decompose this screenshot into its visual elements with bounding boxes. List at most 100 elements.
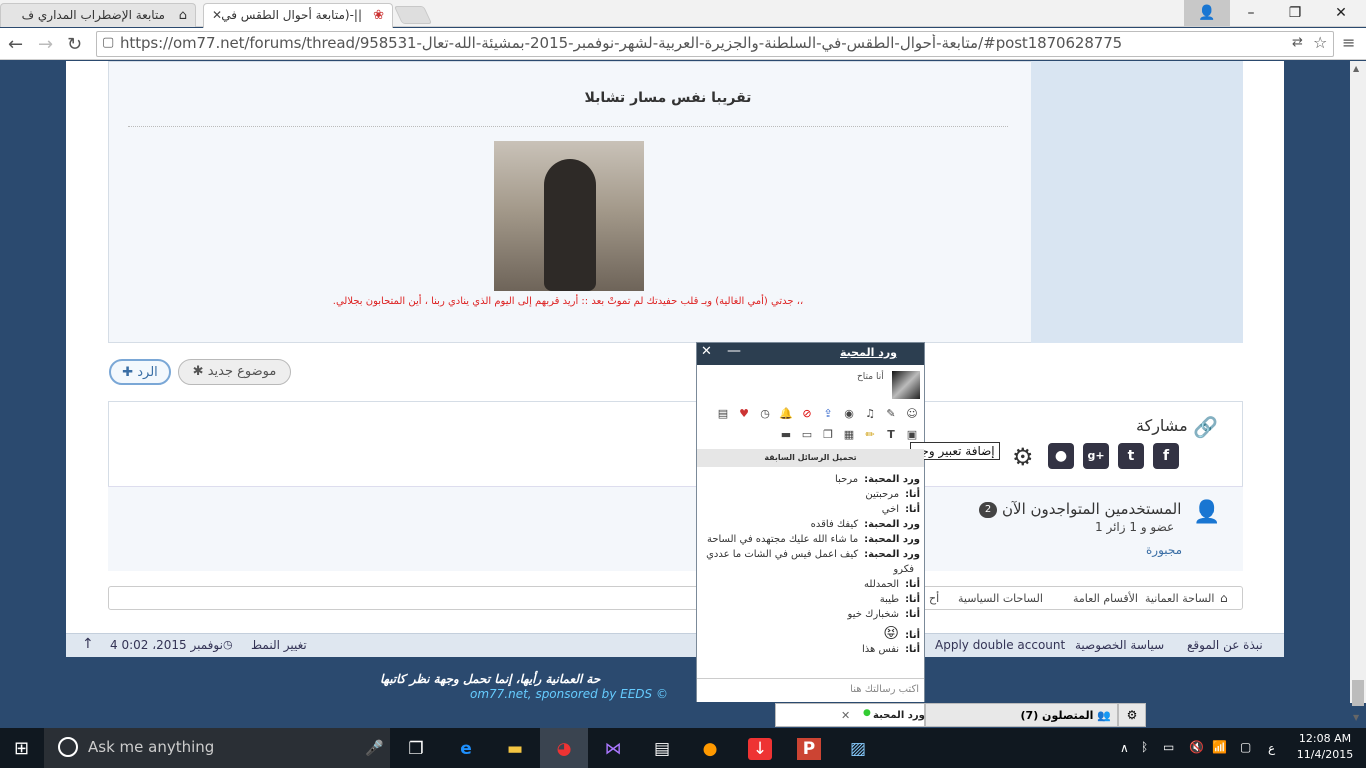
note-icon[interactable]: ▭ [800, 428, 814, 442]
post-text: تقريبا نفس مسار تشابلا [584, 90, 752, 106]
reload-icon[interactable]: ↻ [67, 34, 82, 55]
reddit-icon[interactable]: ● [1048, 443, 1074, 469]
bookmark-star-icon[interactable]: ☆ [1313, 33, 1327, 52]
font-icon[interactable]: T [884, 428, 898, 442]
scroll-top-arrow-icon[interactable]: ↑ [82, 636, 94, 652]
facebook-icon[interactable]: f [1153, 443, 1179, 469]
minimize-button[interactable]: – [1228, 0, 1274, 26]
user-profile-icon[interactable]: 👤 [1184, 0, 1230, 26]
chat-settings-icon[interactable]: ⚙ [1118, 703, 1146, 727]
chat-message: ورد المحبة: كيفك فاقده [811, 519, 920, 530]
microphone-icon[interactable]: 🎤 [365, 739, 384, 757]
breadcrumb-item[interactable]: أح [929, 592, 939, 605]
close-window-button[interactable]: ✕ [1318, 0, 1364, 26]
online-contacts-button[interactable]: 👥 المتصلون (7) [925, 703, 1118, 727]
cards-icon[interactable]: ♥ [737, 407, 751, 421]
emoticon-icon[interactable]: ☺ [905, 407, 919, 421]
back-icon[interactable]: ← [8, 34, 23, 55]
online-title: المستخدمين المتواجدون الآن [1002, 500, 1182, 518]
sound-icon[interactable]: ♫ [863, 407, 877, 421]
close-tab-icon[interactable]: ✕ [212, 8, 222, 22]
new-topic-button[interactable]: ✱ موضوع جديد [178, 359, 291, 385]
bluetooth-icon[interactable]: ᛒ [1141, 740, 1148, 754]
download-manager-icon[interactable]: ↓ [748, 738, 772, 760]
change-style-link[interactable]: تغيير النمط [251, 638, 307, 652]
pencil-icon[interactable]: ✏ [863, 428, 877, 442]
cortana-search-box[interactable]: Ask me anything [44, 728, 390, 768]
twitter-icon[interactable]: t [1118, 443, 1144, 469]
online-member-link[interactable]: مجبورة [1146, 543, 1182, 557]
url-text[interactable]: https://om77.net/forums/thread/958531-مت… [120, 34, 1285, 52]
chat-message-input[interactable]: اكتب رسالتك هنا [697, 678, 924, 702]
share-title: مشاركة [1136, 416, 1188, 435]
chat-message-sender: ورد المحبة: [864, 519, 920, 530]
chat-message: أنا: 😝 [883, 624, 920, 642]
chat-message: أنا: طيبة [880, 594, 920, 605]
history-clock-icon[interactable]: ◷ [758, 407, 772, 421]
settings-gear-icon[interactable]: ⚙ [1012, 443, 1034, 471]
restore-button[interactable]: ❐ [1272, 0, 1318, 26]
chat-message-text: الحمدلله [864, 579, 900, 590]
wifi-icon[interactable]: 📶 [1212, 740, 1227, 754]
upload-icon[interactable]: ⇪ [821, 407, 835, 421]
clear-icon[interactable]: ✎ [884, 407, 898, 421]
cortana-icon [58, 737, 78, 757]
edge-icon[interactable]: e [454, 738, 478, 760]
scroll-down-icon[interactable]: ▼ [1353, 713, 1359, 722]
breadcrumb-item[interactable]: الساحة العمانية [1145, 592, 1214, 605]
file-explorer-icon[interactable]: ▬ [503, 738, 527, 760]
footer-link-privacy[interactable]: سياسة الخصوصية [1075, 638, 1164, 652]
app-orange-icon[interactable]: ● [698, 738, 722, 760]
windows-start-icon[interactable]: ⊞ [14, 738, 29, 759]
home-icon[interactable]: ⌂ [1220, 591, 1228, 605]
footer-link-about[interactable]: نبذة عن الموقع [1187, 638, 1263, 652]
chat-minimize-icon[interactable]: — [727, 343, 741, 359]
chat-message-text: مرحبتين [865, 489, 900, 500]
save-icon[interactable]: ▣ [905, 428, 919, 442]
system-clock[interactable]: 12:08 AM 11/4/2015 [1290, 731, 1360, 763]
clock-time: 12:08 AM [1298, 732, 1352, 745]
show-hidden-icons[interactable]: ∧ [1120, 741, 1129, 755]
chat-message-sender: أنا: [905, 594, 920, 605]
store-icon[interactable]: ▤ [650, 738, 674, 760]
copy-icon[interactable]: ❐ [821, 428, 835, 442]
scroll-up-icon[interactable]: ▲ [1353, 64, 1359, 73]
load-previous-messages-button[interactable]: تحميل الرسائل السابقة [697, 449, 924, 467]
breadcrumb-item[interactable]: الأقسام العامة [1073, 592, 1138, 605]
chat-contact-name[interactable]: ورد المحبة [840, 346, 897, 359]
task-view-icon[interactable]: ❐ [404, 738, 428, 760]
google-plus-icon[interactable]: g+ [1083, 443, 1109, 469]
search-placeholder: Ask me anything [88, 738, 215, 756]
chat-close-icon[interactable]: ✕ [701, 344, 712, 359]
footer-link-double-account[interactable]: Apply double account [935, 638, 1065, 652]
input-language[interactable]: ع [1268, 741, 1275, 755]
asterisk-icon: ✱ [192, 364, 208, 379]
powerpoint-icon[interactable]: P [797, 738, 821, 760]
chat-tab-contact[interactable]: ورد المحبة [873, 710, 925, 721]
scrollbar-thumb[interactable] [1352, 680, 1364, 706]
calendar-icon[interactable]: ▦ [842, 428, 856, 442]
breadcrumb-item[interactable]: الساحات السياسية [958, 592, 1043, 605]
close-chat-tab-icon[interactable]: ✕ [841, 709, 850, 722]
vertical-scrollbar[interactable] [1350, 61, 1366, 703]
chrome-icon[interactable]: ◕ [552, 738, 576, 760]
keyboard-icon[interactable]: ▤ [716, 407, 730, 421]
reply-button[interactable]: ✚ الرد [109, 359, 171, 385]
forward-icon[interactable]: → [38, 34, 53, 55]
block-icon[interactable]: ⊘ [800, 407, 814, 421]
browser-tab-active[interactable]: ✕ ❀ ||-(متابعة أحوال الطقس في [203, 3, 393, 28]
translate-icon[interactable]: ⇄ [1292, 35, 1303, 50]
photos-icon[interactable]: ▨ [846, 738, 870, 760]
visual-studio-icon[interactable]: ⋈ [601, 738, 625, 760]
battery-icon[interactable]: ▭ [1163, 740, 1174, 754]
record-icon[interactable]: ◉ [842, 407, 856, 421]
page-info-icon[interactable]: ▢ [102, 35, 114, 50]
menu-icon[interactable]: ≡ [1342, 33, 1355, 52]
notifications-icon[interactable]: ▢ [1240, 740, 1251, 754]
screen-icon[interactable]: ▬ [779, 428, 793, 442]
volume-muted-icon[interactable]: 🔇 [1189, 740, 1204, 754]
browser-tab-inactive[interactable]: ⌂ متابعة الإضطراب المداري ف [0, 3, 196, 27]
chat-message: أنا: اخي [882, 504, 920, 515]
chat-message-text: 😝 [883, 624, 900, 642]
bell-icon[interactable]: 🔔 [779, 407, 793, 421]
